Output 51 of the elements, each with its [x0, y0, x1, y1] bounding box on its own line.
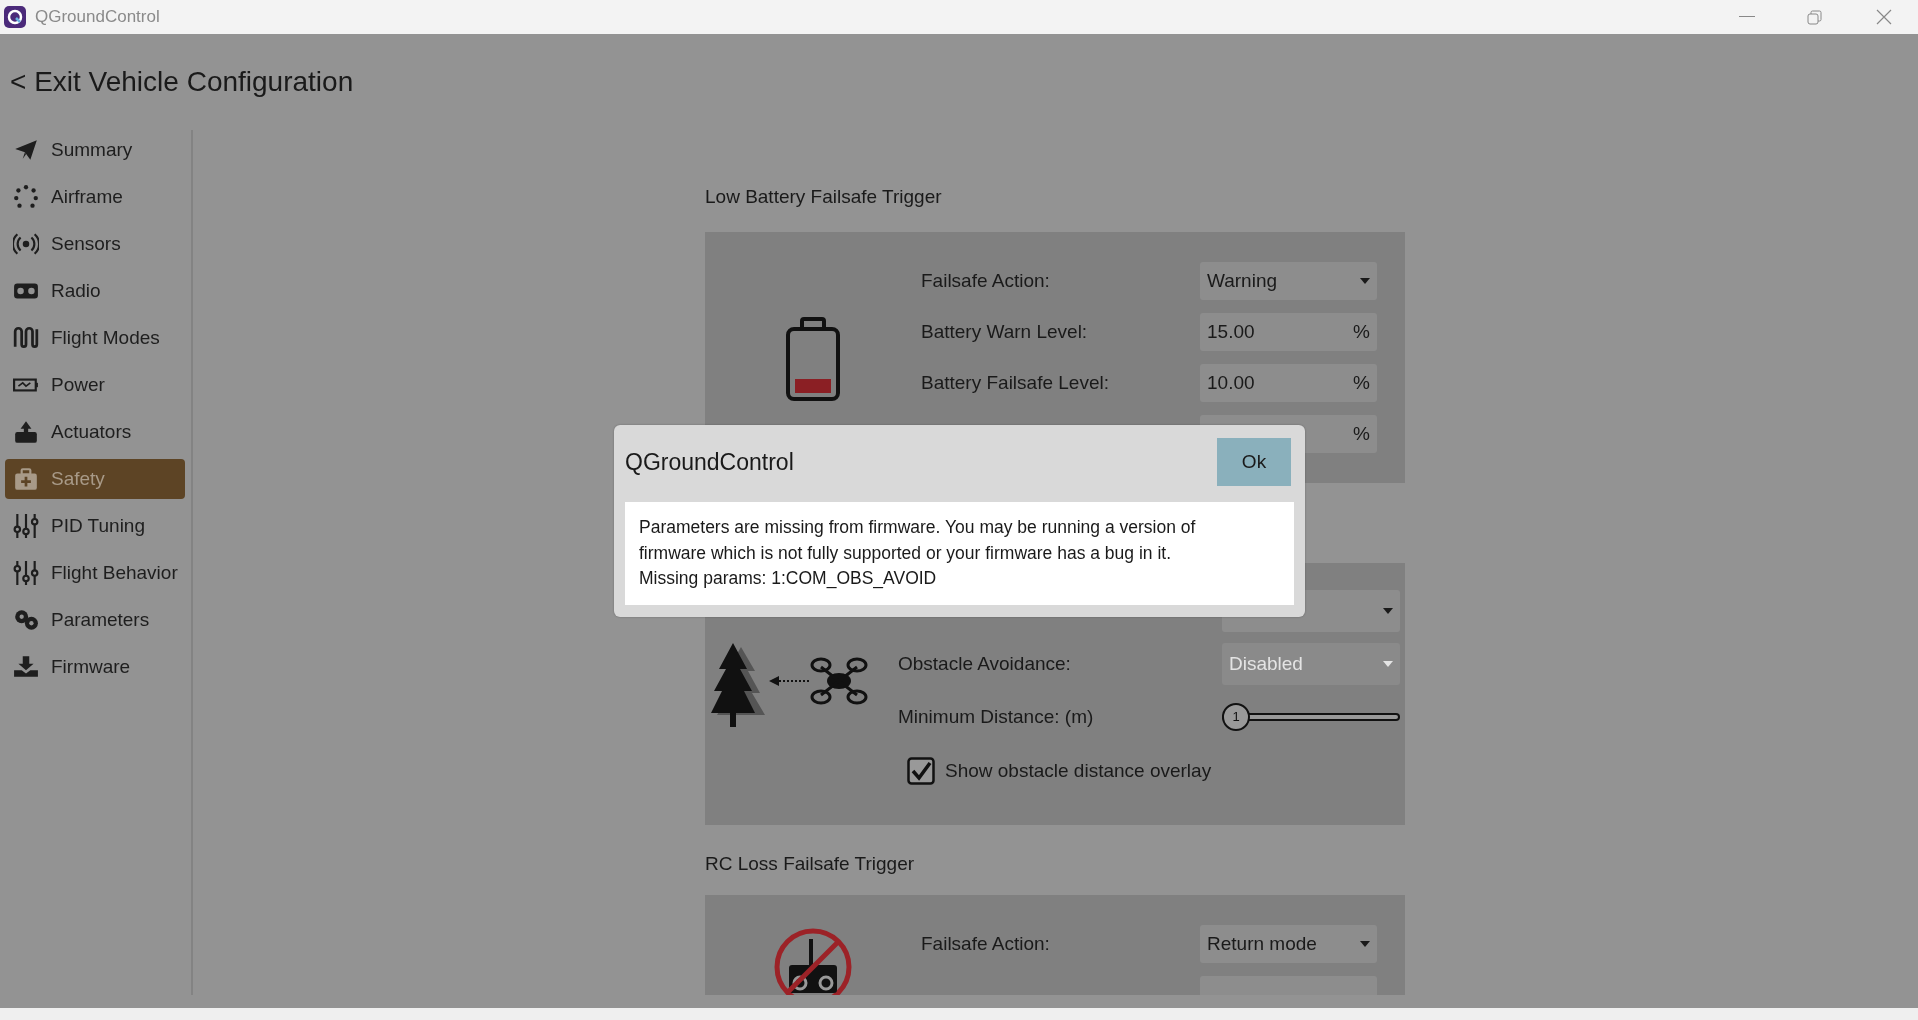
signal-waves-icon	[13, 231, 39, 257]
number-field[interactable]: 15.00 %	[1200, 313, 1377, 351]
sidebar-item[interactable]: Summary	[5, 130, 185, 170]
sidebar-item[interactable]: PID Tuning	[5, 506, 185, 546]
number-field[interactable]: 10.00 %	[1200, 364, 1377, 402]
dropdown-caret-icon	[1383, 661, 1393, 667]
field-label: Failsafe Action:	[921, 931, 1051, 956]
low-battery-icon	[785, 317, 841, 401]
first-aid-kit-icon	[13, 466, 39, 492]
window-title: QGroundControl	[35, 6, 160, 29]
download-icon	[13, 654, 39, 680]
dropdown-caret-icon	[1383, 608, 1393, 614]
checkbox-label: Show obstacle distance overlay	[945, 758, 1212, 783]
dropdown-caret-icon	[1360, 278, 1370, 284]
ok-button[interactable]: Ok	[1217, 438, 1291, 486]
minimize-icon[interactable]	[1739, 16, 1755, 18]
sidebar-item[interactable]: Airframe	[5, 177, 185, 217]
sidebar-item[interactable]: Firmware	[5, 647, 185, 687]
sidebar-item[interactable]: Radio	[5, 271, 185, 311]
upload-icon	[13, 419, 39, 445]
exit-configuration-link[interactable]: < Exit Vehicle Configuration	[10, 61, 354, 103]
dropdown-caret-icon	[1360, 941, 1370, 947]
sidebar-item[interactable]: Safety	[5, 459, 185, 499]
sidebar-item[interactable]: Flight Behavior	[5, 553, 185, 593]
dotted-circle-icon	[13, 184, 39, 210]
sidebar-item[interactable]: Sensors	[5, 224, 185, 264]
sidebar-item[interactable]: Power	[5, 365, 185, 405]
sidebar-item[interactable]: Flight Modes	[5, 318, 185, 358]
sidebar-item[interactable]: Parameters	[5, 600, 185, 640]
field-label: Obstacle Avoidance:	[898, 651, 1072, 676]
field-label: Failsafe Action:	[921, 268, 1051, 293]
dialog-message: Parameters are missing from firmware. You may be running a version of firmware which is not fully supported or your firmware has a bug in it. Missing params: 1:COM_OBS_AVOID	[639, 516, 1197, 591]
field-label: Battery Failsafe Level:	[921, 370, 1110, 395]
checkbox[interactable]	[907, 757, 935, 785]
sliders-icon	[13, 513, 39, 539]
app-logo-icon	[4, 6, 26, 28]
field-label: Minimum Distance: (m)	[898, 704, 1095, 729]
section-heading: RC Loss Failsafe Trigger	[705, 854, 916, 874]
slider-thumb[interactable]: 1	[1222, 703, 1250, 731]
sliders-icon	[13, 560, 39, 586]
close-icon[interactable]	[1876, 9, 1892, 25]
dropdown[interactable]: Return mode	[1200, 925, 1377, 963]
dropdown[interactable]: Warning	[1200, 262, 1377, 300]
section-heading: Low Battery Failsafe Trigger	[705, 187, 943, 207]
restore-icon[interactable]	[1807, 9, 1822, 25]
wave-icon	[13, 325, 39, 351]
sidebar-item[interactable]: Actuators	[5, 412, 185, 452]
field-label: Battery Warn Level:	[921, 319, 1089, 344]
dialog-title: QGroundControl	[625, 447, 794, 477]
gears-icon	[13, 607, 39, 633]
no-remote-control-icon	[773, 927, 853, 995]
